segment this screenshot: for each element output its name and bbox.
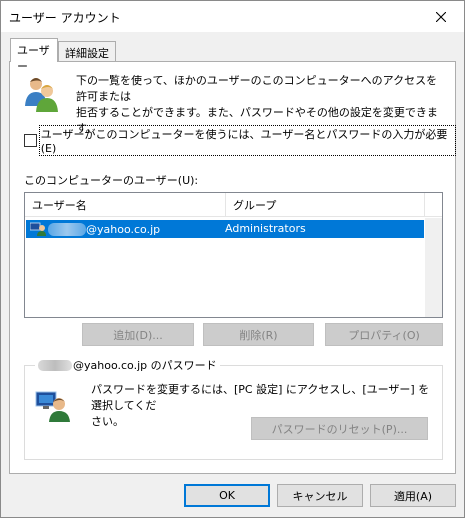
users-list-label: このコンピューターのユーザー(U): (24, 174, 199, 187)
column-header-username[interactable]: ユーザー名 (25, 193, 226, 217)
apply-button[interactable]: 適用(A) (370, 484, 456, 507)
redacted-username-legend (38, 359, 72, 371)
tab-users[interactable]: ユーザー (10, 38, 58, 73)
password-group-legend: @yahoo.co.jp のパスワード (35, 357, 220, 373)
reset-password-button[interactable]: パスワードのリセット(P)... (251, 417, 428, 440)
require-password-label[interactable]: ユーザーがこのコンピューターを使うには、ユーザー名とパスワードの入力が必要(E) (38, 125, 457, 156)
properties-button[interactable]: プロパティ(O) (325, 323, 443, 346)
table-row[interactable]: @yahoo.co.jp Administrators (26, 220, 424, 238)
column-header-group[interactable]: グループ (226, 193, 425, 217)
tab-advanced[interactable]: 詳細設定 (58, 41, 116, 63)
require-password-checkbox[interactable] (24, 134, 37, 147)
ok-button[interactable]: OK (184, 484, 270, 507)
row-group: Administrators (225, 222, 306, 235)
add-user-button[interactable]: 追加(D)... (82, 323, 194, 346)
require-password-row[interactable]: ユーザーがこのコンピューターを使うには、ユーザー名とパスワードの入力が必要(E) (24, 125, 457, 156)
user-account-icon (30, 222, 46, 236)
window-title: ユーザー アカウント (9, 11, 121, 25)
close-button[interactable] (418, 1, 464, 32)
title-bar[interactable]: ユーザー アカウント (1, 1, 464, 32)
listview-empty-area (425, 218, 442, 317)
users-listview[interactable]: ユーザー名 グループ @yahoo.co.jp Administrators (24, 192, 443, 318)
listview-header: ユーザー名 グループ (25, 193, 442, 217)
cancel-button[interactable]: キャンセル (277, 484, 363, 507)
password-group: @yahoo.co.jp のパスワード パスワードを変更するには、[PC 設定]… (24, 357, 443, 460)
row-username: @yahoo.co.jp (86, 222, 161, 236)
redacted-username (48, 222, 86, 236)
user-password-icon (35, 391, 70, 422)
delete-user-button[interactable]: 削除(R) (203, 323, 314, 346)
close-icon (436, 11, 446, 22)
user-accounts-dialog: ユーザー アカウント 詳細設定 ユーザー 下の一覧を使って、ほかのユーザーのこの… (0, 0, 465, 518)
users-tab-panel: 下の一覧を使って、ほかのユーザーのこのコンピューターへのアクセスを許可または 拒… (9, 61, 457, 474)
users-icon (25, 78, 58, 112)
